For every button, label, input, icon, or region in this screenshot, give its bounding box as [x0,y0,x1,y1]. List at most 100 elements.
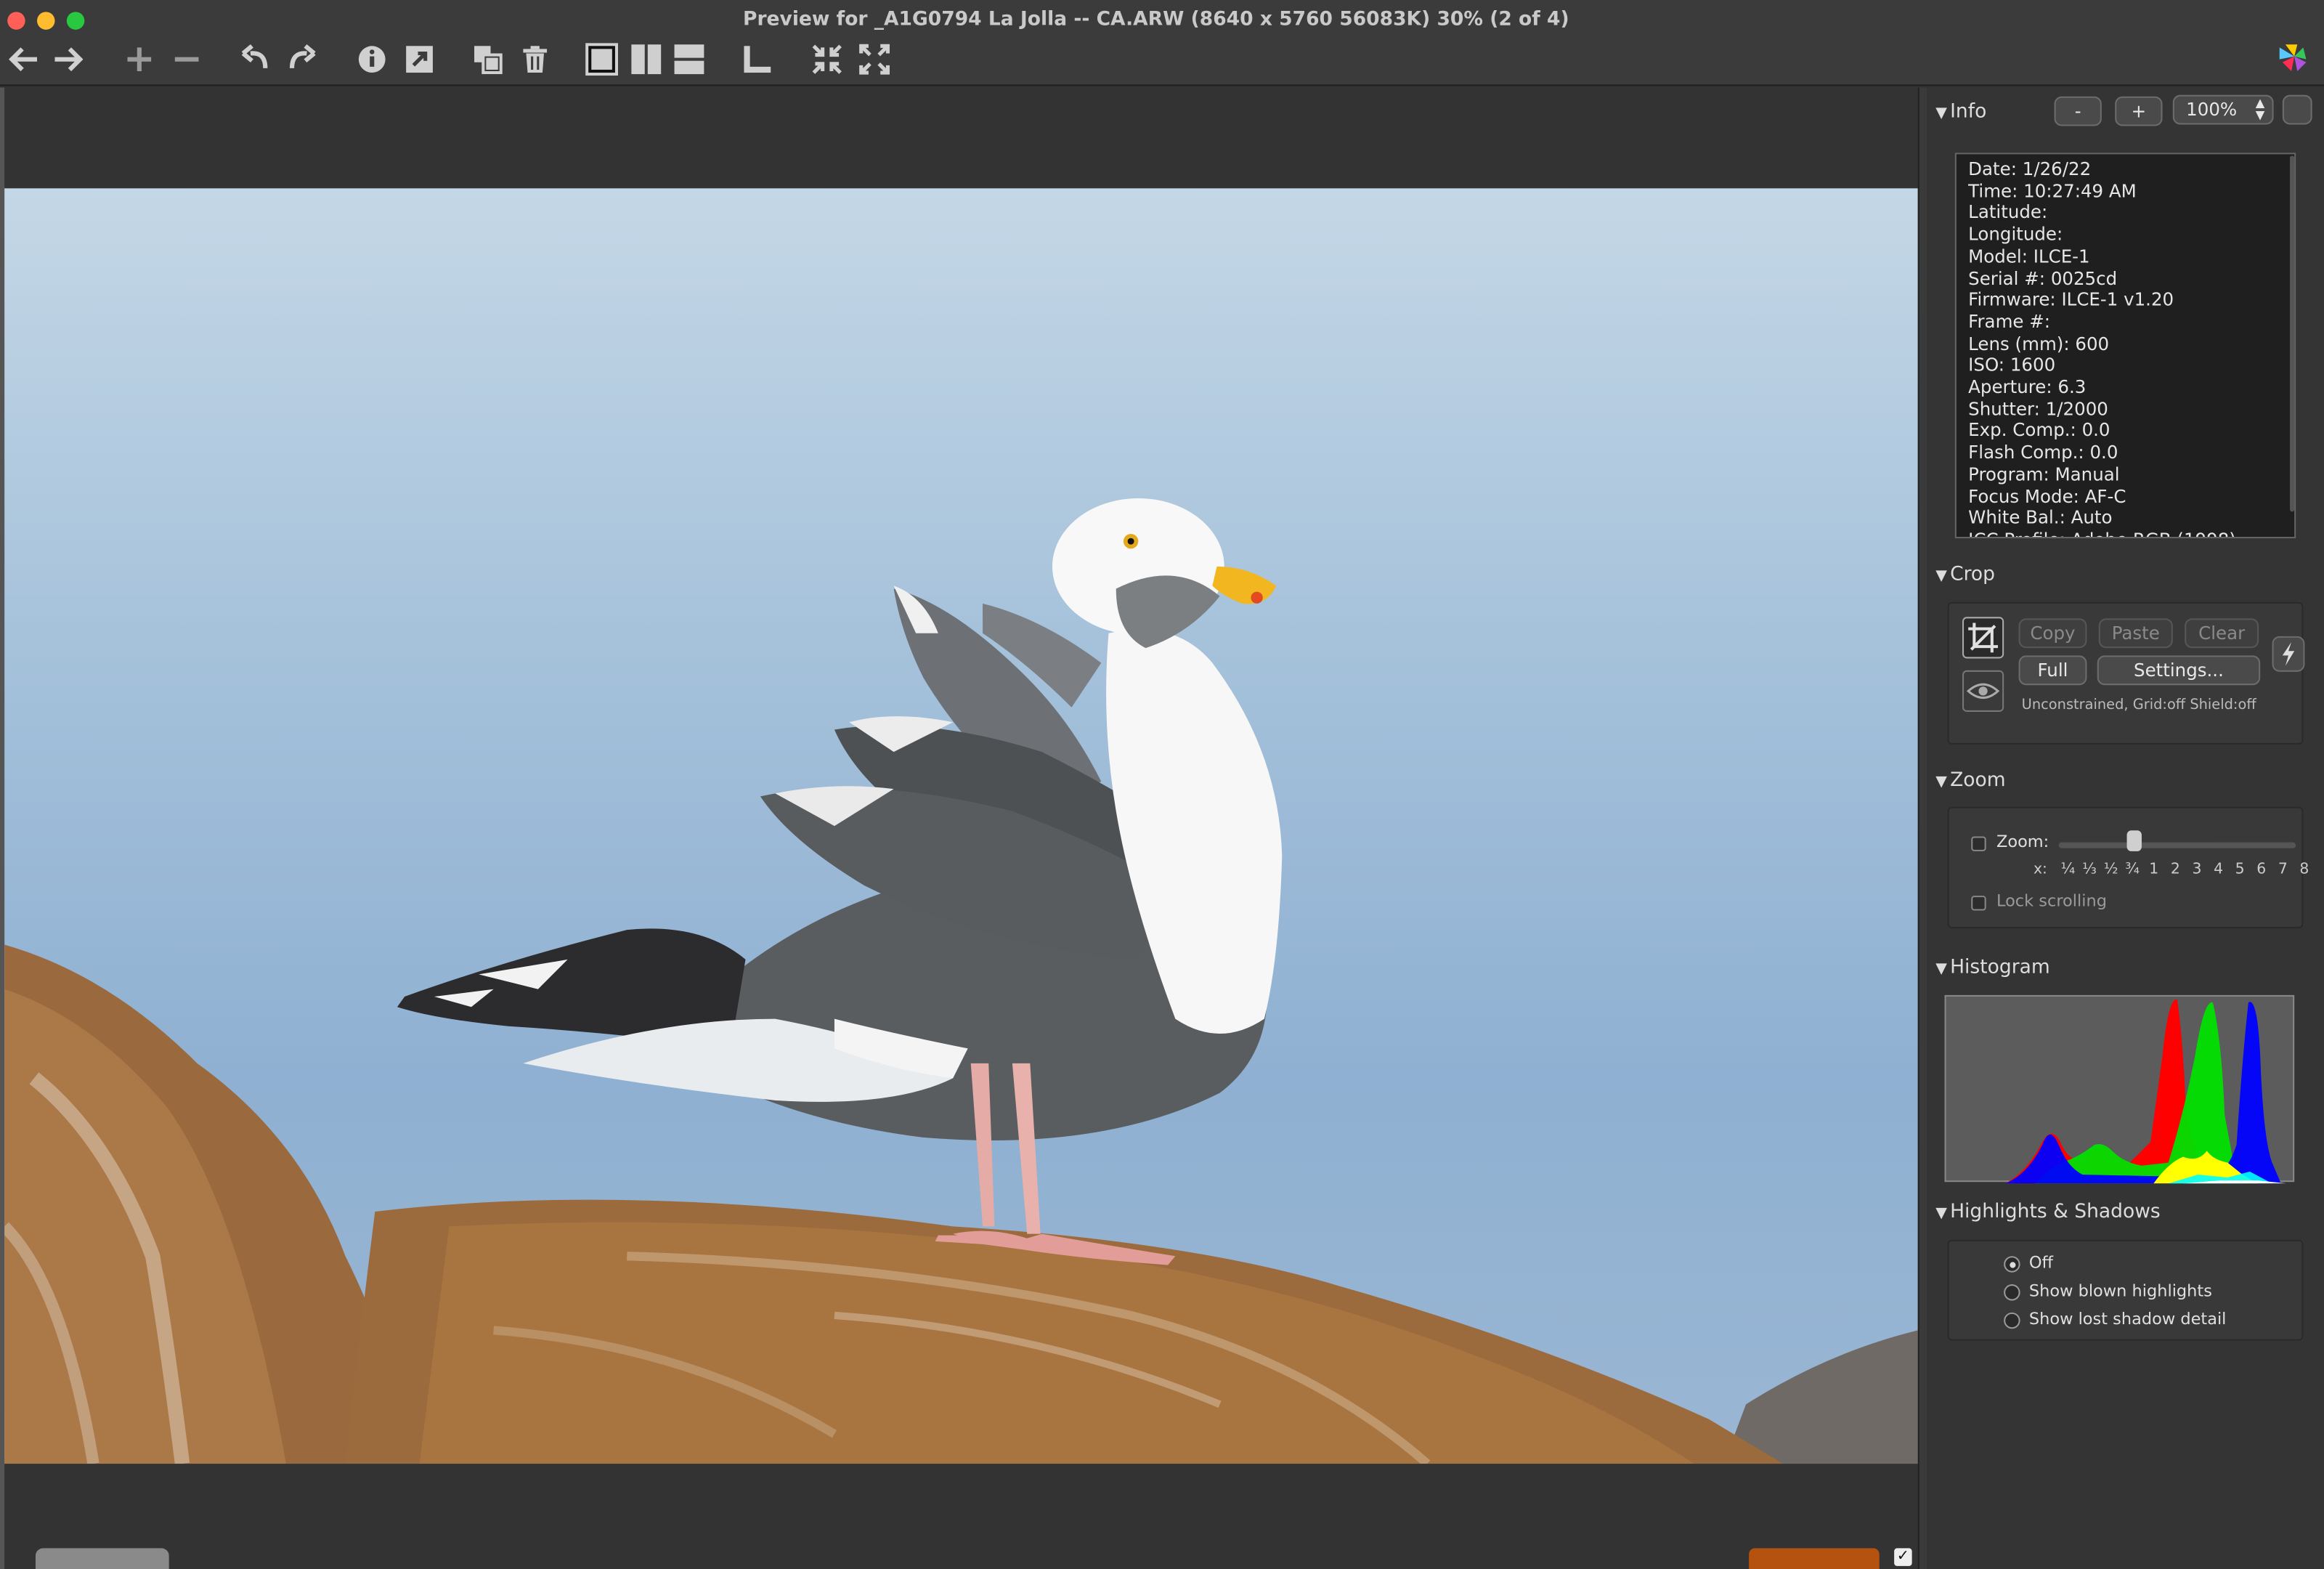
bottom-checkbox[interactable]: ✓ [1894,1548,1912,1566]
seagull-photo-image [4,498,1918,1464]
info-zoom-value: 100% [2186,99,2238,121]
zoom-tick-label: 5 [2235,861,2245,878]
zoom-tick-label: ¼ [2060,861,2076,878]
rotate-right-icon[interactable] [285,41,320,77]
crop-status-text: Unconstrained, Grid:off Shield:off [2021,697,2256,714]
crop-copy-button[interactable]: Copy [2018,618,2087,649]
info-lines: Date: 1/26/22 Time: 10:27:49 AM Latitude: L… [1968,158,2294,537]
info-line: Focus Mode: AF-C [1968,485,2126,507]
info-line: Date: 1/26/22 [1968,158,2092,180]
info-line: Shutter: 1/2000 [1968,398,2108,420]
external-icon[interactable] [402,41,437,77]
two-up-horizontal-icon[interactable] [671,41,707,77]
zoom-tick-label: 8 [2299,861,2309,878]
disclosure-triangle-icon[interactable]: ▼ [1935,961,1947,977]
zoom-tick-labels: ¼⅓½¾12345678 [2057,861,2315,877]
title-bar: Preview for _A1G0794 La Jolla -- CA.ARW … [0,0,2324,86]
info-line: Program: Manual [1968,463,2120,485]
info-line: White Bal.: Auto [1968,507,2113,529]
disclosure-triangle-icon[interactable]: ▼ [1935,568,1947,584]
info-extra-button[interactable] [2282,94,2312,125]
preview-window: Preview for _A1G0794 La Jolla -- CA.ARW … [0,0,2324,1569]
info-line: Flash Comp.: 0.0 [1968,442,2118,463]
zoom-slider-knob[interactable] [2126,830,2142,851]
info-line: Time: 10:27:49 AM [1968,180,2137,202]
zoom-tick-label: 3 [2192,861,2202,878]
radio-show-blown-highlights-label: Show blown highlights [2028,1281,2212,1301]
lock-scrolling-label: Lock scrolling [1996,891,2107,911]
info-icon[interactable] [354,41,390,77]
crop-lightning-icon[interactable] [2272,636,2305,672]
minus-icon[interactable] [169,41,205,77]
info-line: Serial #: 0025cd [1968,267,2118,289]
ruler-icon[interactable] [739,41,775,77]
zoom-tick-label: 6 [2256,861,2267,878]
zoom-tick-label: 7 [2278,861,2288,878]
radio-show-lost-shadow-detail-label: Show lost shadow detail [2028,1309,2227,1329]
rotate-left-icon[interactable] [237,41,273,77]
two-up-vertical-icon[interactable] [628,41,664,77]
zoom-checkbox[interactable] [1971,836,1986,851]
info-metadata-box[interactable]: Date: 1/26/22 Time: 10:27:49 AM Latitude: L… [1954,153,2296,539]
zoom-x-label: x: [2033,861,2047,878]
histogram-section-header[interactable]: ▼ Histogram [1935,957,2049,979]
info-line: Firmware: ILCE-1 v1.20 [1968,289,2174,311]
info-section-header[interactable]: ▼ Info [1935,101,1986,123]
zoom-tick-label: ¾ [2125,861,2140,878]
stepper-arrows-icon: ▲ ▼ [2255,96,2265,122]
trash-icon[interactable] [517,41,553,77]
info-zoom-select[interactable]: 100% ▲ ▼ [2172,94,2274,125]
zoom-section-header[interactable]: ▼ Zoom [1935,770,2005,792]
crop-settings-button[interactable]: Settings... [2097,655,2261,686]
zoom-tick-label: ⅓ [2082,861,2097,878]
crop-clear-button[interactable]: Clear [2185,618,2259,649]
crop-shield-eye-icon[interactable] [1962,670,2004,712]
zoom-header-label: Zoom [1950,769,2006,792]
zoom-tick-label: ½ [2103,861,2118,878]
zoom-slider-track[interactable] [2058,842,2296,848]
crop-header-label: Crop [1950,563,1996,586]
disclosure-triangle-icon[interactable]: ▼ [1935,1206,1947,1222]
histogram-header-label: Histogram [1950,956,2050,979]
disclosure-triangle-icon[interactable]: ▼ [1935,774,1947,790]
info-line: Longitude: [1968,224,2063,246]
single-view-icon[interactable] [584,41,619,77]
disclosure-triangle-icon[interactable]: ▼ [1935,105,1947,121]
zoom-label: Zoom: [1996,832,2049,851]
radio-show-blown-highlights[interactable] [2004,1284,2020,1301]
preview-photo[interactable] [4,188,1918,1464]
plus-icon[interactable] [121,41,157,77]
radio-off[interactable] [2004,1256,2020,1273]
crop-tool-icon[interactable] [1962,617,2004,659]
right-panel: ▼ Info - + 100% ▲ ▼ Date: 1/26/22 Time: 10:… [1927,87,2324,1569]
bottom-orange-tab[interactable] [1749,1548,1880,1569]
info-scrollbar[interactable] [2290,155,2295,512]
zoom-tick-label: 2 [2170,861,2180,878]
expand-icon[interactable] [857,41,893,77]
zoom-tick-label: 1 [2149,861,2159,878]
info-line: Latitude: [1968,202,2048,224]
arrow-left-icon[interactable] [6,41,41,77]
preview-canvas[interactable]: ✓ [0,87,1921,1569]
info-line: ICC Profile: Adobe RGB (1998) [1968,530,2294,537]
panel-splitter[interactable] [1917,87,1927,1569]
radio-show-lost-shadow-detail[interactable] [2004,1312,2020,1329]
arrow-right-icon[interactable] [50,41,86,77]
highlights-header-label: Highlights & Shadows [1950,1201,2161,1224]
info-header-label: Info [1950,100,1987,123]
crop-paste-button[interactable]: Paste [2098,618,2173,649]
crop-full-button[interactable]: Full [2018,655,2087,686]
copy-icon[interactable] [470,41,505,77]
highlights-section-header[interactable]: ▼ Highlights & Shadows [1935,1201,2160,1224]
histogram-graph [1944,994,2295,1184]
info-zoom-minus-button[interactable]: - [2054,96,2102,126]
info-line: Aperture: 6.3 [1968,376,2087,398]
app-logo-icon [2277,41,2309,74]
lock-scrolling-checkbox[interactable] [1971,896,1986,911]
crop-section-header[interactable]: ▼ Crop [1935,564,1995,586]
histogram-plot [1946,999,2287,1184]
bottom-drag-handle[interactable] [35,1548,169,1569]
window-title: Preview for _A1G0794 La Jolla -- CA.ARW … [743,9,1569,31]
collapse-icon[interactable] [809,41,845,77]
info-zoom-plus-button[interactable]: + [2115,96,2163,126]
